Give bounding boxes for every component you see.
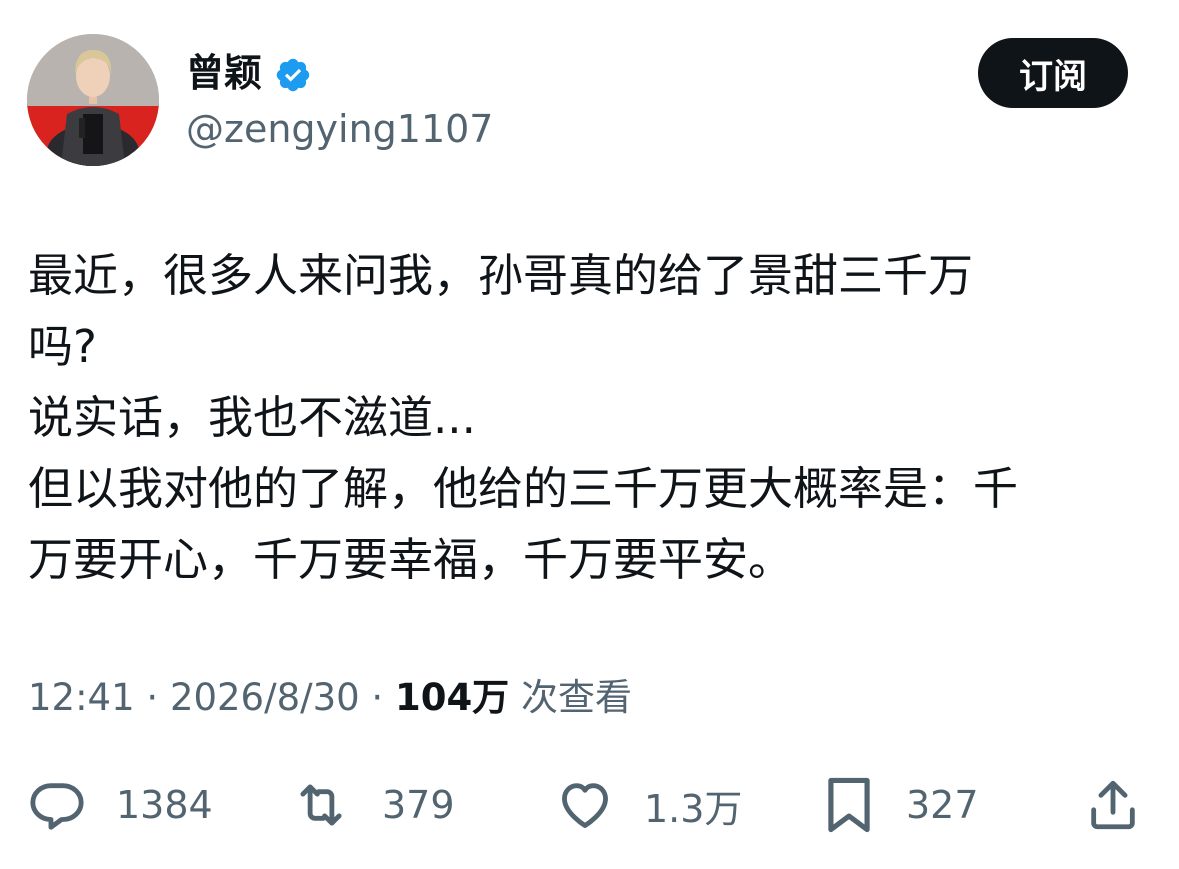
retweet-button[interactable]: 379 <box>290 770 455 840</box>
retweet-count: 379 <box>382 783 455 827</box>
tweet-text: 最近，很多人来问我，孙哥真的给了景甜三千万 吗? 说实话，我也不滋道... 但以… <box>28 240 1153 595</box>
tweet-line: 最近，很多人来问我，孙哥真的给了景甜三千万 <box>28 249 974 302</box>
heart-icon <box>562 783 608 828</box>
tweet-time[interactable]: 12:41 <box>28 676 135 719</box>
share-icon <box>1091 780 1135 830</box>
reply-count: 1384 <box>116 783 213 827</box>
verified-badge-icon <box>274 54 312 92</box>
action-bar: 1384 379 1.3万 327 <box>0 770 1179 840</box>
display-name[interactable]: 曾颖 <box>186 46 262 100</box>
tweet-line: 吗? <box>28 320 97 373</box>
reply-button[interactable]: 1384 <box>28 770 213 840</box>
meta-separator: · <box>146 676 159 719</box>
tweet-line: 万要开心，千万要幸福，千万要平安。 <box>28 533 794 586</box>
bookmark-button[interactable]: 327 <box>822 770 979 840</box>
views-label[interactable]: 次查看 <box>521 676 632 719</box>
share-button[interactable] <box>1084 770 1142 840</box>
tweet-date[interactable]: 2026/8/30 <box>170 676 360 719</box>
subscribe-button[interactable]: 订阅 <box>978 38 1128 108</box>
bookmark-count: 327 <box>906 783 979 827</box>
views-count[interactable]: 104万 <box>395 676 509 719</box>
user-handle[interactable]: @zengying1107 <box>186 102 494 156</box>
tweet-line: 说实话，我也不滋道... <box>28 391 476 444</box>
display-name-row[interactable]: 曾颖 <box>186 46 312 100</box>
meta-separator: · <box>371 676 384 719</box>
like-count: 1.3万 <box>644 786 743 831</box>
bookmark-icon <box>828 777 870 833</box>
avatar[interactable] <box>27 34 159 166</box>
tweet-line: 但以我对他的了解，他给的三千万更大概率是：千 <box>28 462 1019 515</box>
retweet-icon <box>300 784 342 826</box>
tweet-meta: 12:41 · 2026/8/30 · 104万 次查看 <box>28 670 632 726</box>
reply-icon <box>30 783 84 830</box>
avatar-image <box>27 34 159 166</box>
like-button[interactable]: 1.3万 <box>556 770 742 840</box>
